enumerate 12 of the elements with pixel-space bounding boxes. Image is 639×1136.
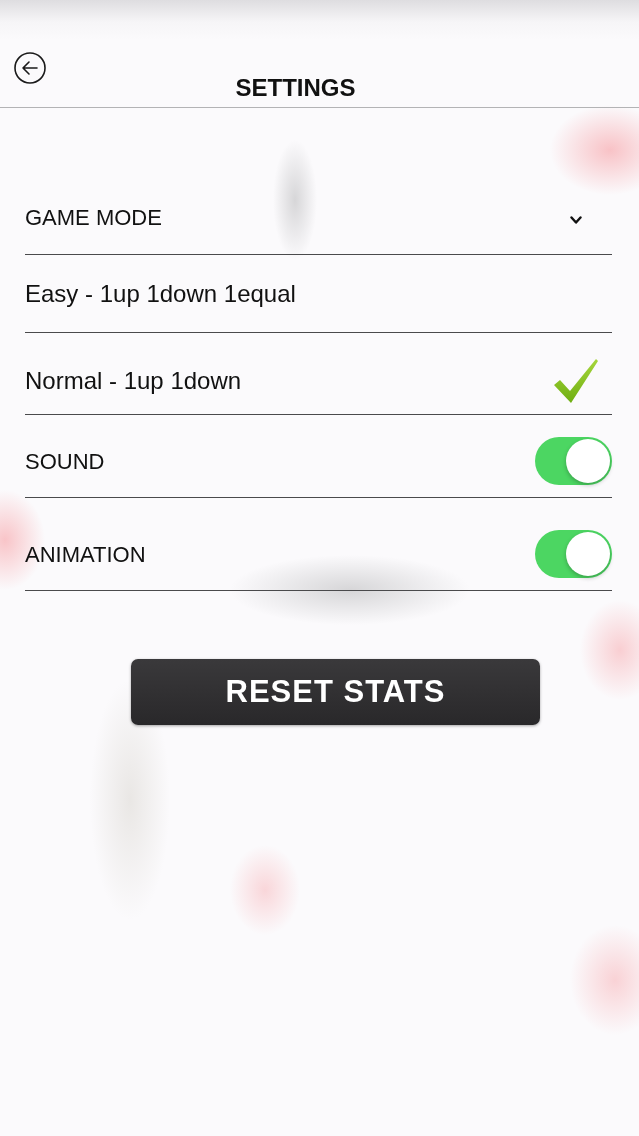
game-mode-dropdown[interactable]: GAME MODE [25,180,612,255]
toggle-switch[interactable] [535,530,612,578]
game-mode-option[interactable]: Normal - 1up 1down [25,333,612,415]
chevron-down-icon [570,215,582,225]
game-mode-option[interactable]: Easy - 1up 1down 1equal [25,255,612,333]
back-icon[interactable] [14,52,46,84]
setting-label: ANIMATION [25,540,146,569]
page-title: SETTINGS [235,74,356,102]
reset-stats-button[interactable]: RESET STATS [131,659,540,725]
checkmark-icon [554,358,598,403]
setting-label: SOUND [25,447,105,476]
toggle-switch[interactable] [535,437,612,485]
